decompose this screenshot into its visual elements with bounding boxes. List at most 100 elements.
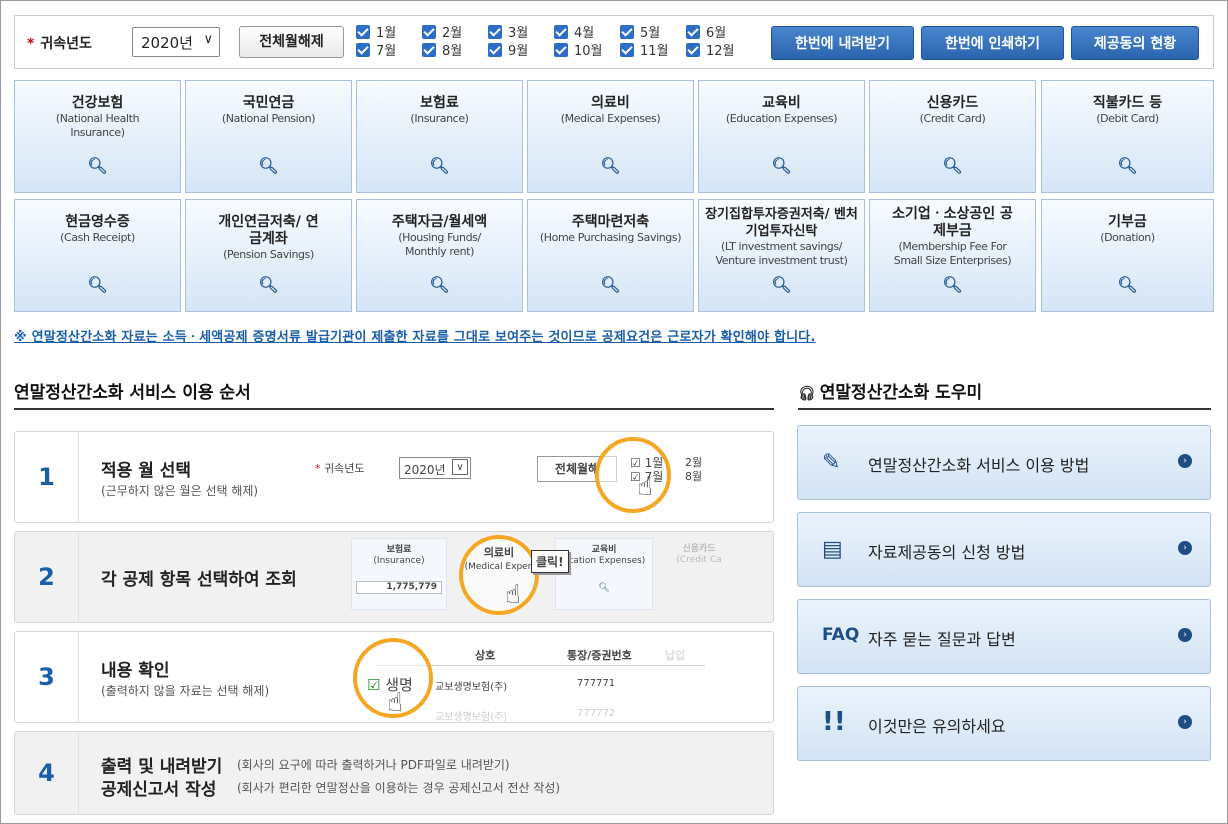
helper-label: 이것만은 유의하세요 xyxy=(868,717,1006,736)
step-title: 내용 확인 xyxy=(101,661,170,681)
helper-usage-guide-link[interactable]: ✎ 연말정산간소화 서비스 이용 방법 › xyxy=(797,425,1211,500)
tile-medical-expenses[interactable]: 의료비 (Medical Expenses) 🔍︎ xyxy=(527,80,694,193)
checkbox-icon xyxy=(620,43,634,57)
chevron-right-icon: › xyxy=(1178,541,1192,555)
tile-housing-funds[interactable]: 주택자금/월세액 (Housing Funds/ Monthly rent) 🔍︎ xyxy=(356,199,523,312)
tile-subtitle: (LT investment savings/ Venture investme… xyxy=(715,240,848,267)
tile-pension-savings[interactable]: 개인연금저축/ 연금계좌 (Pension Savings) 🔍︎ xyxy=(185,199,352,312)
tile-insurance[interactable]: 보험료 (Insurance) 🔍︎ xyxy=(356,80,523,193)
month-checkbox[interactable]: 4월 xyxy=(554,25,594,42)
tile-education-expenses[interactable]: 교육비 (Education Expenses) 🔍︎ xyxy=(698,80,865,193)
month-checkbox[interactable]: 12월 xyxy=(686,43,735,60)
month-checkbox[interactable]: 6월 xyxy=(686,25,726,42)
checkbox-icon xyxy=(422,25,436,39)
helper-consent-guide-link[interactable]: ▤ 자료제공동의 신청 방법 › xyxy=(797,512,1211,587)
month-checkbox[interactable]: 1월 xyxy=(356,25,396,42)
step-3: 3 내용 확인 (출력하지 않을 자료는 선택 해제) 상호 통장/증권번호 납입 … xyxy=(14,631,774,723)
tile-national-pension[interactable]: 국민연금 (National Pension) 🔍︎ xyxy=(185,80,352,193)
tile-donation[interactable]: 기부금 (Donation) 🔍︎ xyxy=(1041,199,1214,312)
chevron-right-icon: › xyxy=(1178,715,1192,729)
tile-cash-receipt[interactable]: 현금영수증 (Cash Receipt) 🔍︎ xyxy=(14,199,181,312)
illus-text: 의료비 xyxy=(483,546,515,559)
illus-tile-education: 교육비 ucation Expenses) 🔍︎ xyxy=(555,538,653,610)
step-4: 4 출력 및 내려받기 공제신고서 작성 (회사의 요구에 따라 출력하거나 P… xyxy=(14,731,774,815)
tile-subtitle: (Credit Card) xyxy=(919,112,986,125)
search-icon: 🔍︎ xyxy=(1117,156,1138,175)
month-checkbox[interactable]: 11월 xyxy=(620,43,669,60)
tile-title: 의료비 xyxy=(591,95,630,111)
helper-label: 연말정산간소화 서비스 이용 방법 xyxy=(868,456,1090,475)
tile-small-business-mutual-aid[interactable]: 소기업ㆍ소상공인 공제부금 (Membership Fee For Small S… xyxy=(869,199,1036,312)
illus-year-label: * 귀속년도 xyxy=(315,462,365,475)
helper-label: 자주 묻는 질문과 답변 xyxy=(868,630,1016,649)
chevron-down-icon: ∨ xyxy=(203,32,213,47)
search-icon: 🔍︎ xyxy=(600,275,621,294)
illus-months: 2월 8월 xyxy=(685,456,702,484)
required-marker: * xyxy=(27,36,35,52)
year-label: * 귀속년도 xyxy=(27,33,92,53)
tile-subtitle: (Housing Funds/ Monthly rent) xyxy=(398,231,481,258)
checkbox-icon xyxy=(488,25,502,39)
checkbox-icon xyxy=(356,43,370,57)
helper-caution-link[interactable]: !! 이것만은 유의하세요 › xyxy=(797,686,1211,761)
helper-faq-link[interactable]: FAQ 자주 묻는 질문과 답변 › xyxy=(797,599,1211,674)
month-label: 2월 xyxy=(442,26,463,41)
tile-health-insurance[interactable]: 건강보험 (National Health Insurance) 🔍︎ xyxy=(14,80,181,193)
step-subtitle-2: (회사가 편리한 연말정산을 이용하는 경우 공제신고서 전산 작성) xyxy=(237,781,561,795)
illus-text: 교육비 xyxy=(591,545,617,555)
headset-icon: 🎧︎ xyxy=(798,386,816,402)
tile-subtitle: (Education Expenses) xyxy=(725,112,838,125)
download-all-button[interactable]: 한번에 내려받기 xyxy=(771,26,914,60)
month-label: 3월 xyxy=(508,26,529,41)
month-checkbox[interactable]: 2월 xyxy=(422,25,462,42)
search-icon: 🔍︎ xyxy=(258,156,279,175)
tile-lt-investment-savings[interactable]: 장기집합투자증권저축/ 벤처기업투자신탁 (LT investment savin… xyxy=(698,199,865,312)
search-icon: 🔍︎ xyxy=(429,275,450,294)
search-icon: 🔍︎ xyxy=(598,583,610,593)
year-select[interactable]: 2020년 ∨ xyxy=(132,27,220,57)
tile-debit-card[interactable]: 직불카드 등 (Debit Card) 🔍︎ xyxy=(1041,80,1214,193)
illus-text: (Medical Expen xyxy=(464,562,534,572)
month-label: 12월 xyxy=(706,44,735,59)
search-icon: 🔍︎ xyxy=(258,275,279,294)
form-icon: ▤ xyxy=(822,537,843,562)
month-label: 8월 xyxy=(442,44,463,59)
month-checkbox[interactable]: 10월 xyxy=(554,43,603,60)
step-number: 4 xyxy=(15,732,79,814)
month-checkbox[interactable]: 5월 xyxy=(620,25,660,42)
checkbox-icon xyxy=(686,25,700,39)
document-edit-icon: ✎ xyxy=(822,450,841,475)
step-number: 3 xyxy=(15,632,79,722)
month-checkbox[interactable]: 9월 xyxy=(488,43,528,60)
checkbox-icon xyxy=(554,25,568,39)
checkbox-icon xyxy=(686,43,700,57)
step-number: 2 xyxy=(15,532,79,622)
tile-home-purchasing-savings[interactable]: 주택마련저축 (Home Purchasing Savings) 🔍︎ xyxy=(527,199,694,312)
page-frame: * 귀속년도 2020년 ∨ 전체월해제 1월 2월 3월 4월 5월 6월 7월 … xyxy=(0,0,1228,824)
print-all-button[interactable]: 한번에 인쇄하기 xyxy=(921,26,1064,60)
search-icon: 🔍︎ xyxy=(87,275,108,294)
consent-status-button[interactable]: 제공동의 현황 xyxy=(1071,26,1199,60)
month-checkbox[interactable]: 3월 xyxy=(488,25,528,42)
illus-text: 신용카드 xyxy=(682,544,716,554)
pointer-hand-icon: ☝ xyxy=(637,472,653,502)
illus-text: 상호 xyxy=(475,649,496,662)
month-label: 5월 xyxy=(640,26,661,41)
month-checkbox[interactable]: 7월 xyxy=(356,43,396,60)
uncheck-all-months-button[interactable]: 전체월해제 xyxy=(239,26,344,58)
checkbox-icon xyxy=(422,43,436,57)
tile-title: 주택자금/월세액 xyxy=(391,214,488,230)
illus-row-number: 777772 xyxy=(577,708,616,719)
illus-text: 귀속년도 xyxy=(324,462,365,475)
tile-subtitle: (National Pension) xyxy=(221,112,316,125)
tile-title: 주택마련저축 xyxy=(571,214,650,230)
month-checkbox[interactable]: 8월 xyxy=(422,43,462,60)
step-subtitle: (출력하지 않을 자료는 선택 해제) xyxy=(101,684,270,698)
illus-amount: 1,775,779 xyxy=(356,581,442,594)
tile-credit-card[interactable]: 신용카드 (Credit Card) 🔍︎ xyxy=(869,80,1036,193)
month-label: 6월 xyxy=(706,26,727,41)
illus-tile-medical: 의료비 (Medical Expen xyxy=(461,546,537,574)
warning-icon: !! xyxy=(822,707,846,737)
checkbox-icon xyxy=(356,25,370,39)
checkbox-icon xyxy=(620,25,634,39)
